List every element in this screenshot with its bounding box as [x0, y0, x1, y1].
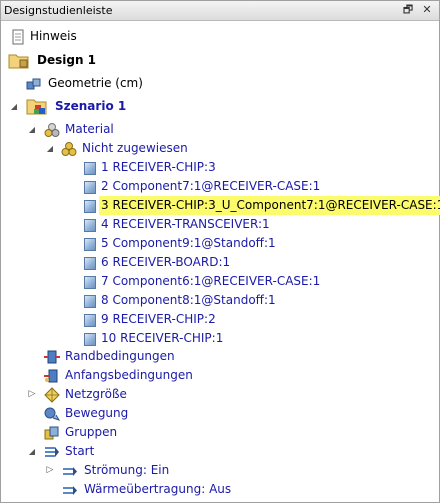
component-cube-icon	[81, 255, 97, 271]
component-item[interactable]: 8 Component8:1@Standoff:1	[6, 291, 386, 310]
collapse-arrow-icon[interactable]: ▷	[45, 461, 55, 480]
material-group-icon	[61, 141, 77, 157]
tree-item-material[interactable]: ◢ Material	[6, 120, 206, 139]
tree-item-bewegung[interactable]: Bewegung	[6, 404, 226, 423]
tree-label: Netzgröße	[65, 387, 127, 401]
design-folder-icon	[8, 51, 30, 70]
motion-icon	[44, 406, 61, 422]
collapse-arrow-icon[interactable]: ▷	[27, 385, 37, 404]
panel-titlebar: Designstudienleiste 🗗 ✕	[1, 1, 439, 21]
material-icon	[44, 122, 60, 138]
component-label: 8 Component8:1@Standoff:1	[101, 293, 276, 307]
tree-label: Randbedingungen	[65, 349, 175, 363]
tree-item-nicht-zugewiesen[interactable]: ◢ Nicht zugewiesen	[6, 139, 226, 158]
tree-label: Gruppen	[65, 425, 118, 439]
tree-item-design[interactable]: Design 1	[6, 51, 206, 70]
heat-transfer-icon	[62, 482, 78, 498]
tree-item-waermeuebertragung[interactable]: Wärmeübertragung: Aus	[6, 480, 246, 499]
flow-icon	[62, 463, 78, 479]
component-cube-icon	[81, 179, 97, 195]
component-item-selected[interactable]: 3 RECEIVER-CHIP:3_U_Component7:1@RECEIVE…	[6, 196, 440, 215]
groups-icon	[44, 425, 60, 441]
component-item[interactable]: 1 RECEIVER-CHIP:3	[6, 158, 386, 177]
tree-item-stroemung[interactable]: ▷ Strömung: Ein	[6, 461, 226, 480]
component-label: 5 Component9:1@Standoff:1	[101, 236, 276, 250]
component-item[interactable]: 7 Component6:1@RECEIVER-CASE:1	[6, 272, 386, 291]
tree-label: Strömung: Ein	[84, 463, 170, 477]
component-item[interactable]: 9 RECEIVER-CHIP:2	[6, 310, 386, 329]
component-label: 9 RECEIVER-CHIP:2	[101, 312, 216, 326]
component-cube-icon	[81, 160, 97, 176]
component-label: 2 Component7:1@RECEIVER-CASE:1	[101, 179, 321, 193]
tree-label: Material	[65, 122, 114, 136]
initial-conditions-icon	[44, 368, 60, 384]
tree-item-anfangsbedingungen[interactable]: Anfangsbedingungen	[6, 366, 226, 385]
component-cube-icon	[81, 293, 97, 309]
component-label: 1 RECEIVER-CHIP:3	[101, 160, 216, 174]
tree-item-hinweis[interactable]: Hinweis	[6, 27, 206, 46]
tree-item-start[interactable]: ◢ Start	[6, 442, 226, 461]
close-icon[interactable]: ✕	[420, 3, 434, 17]
tree-item-randbedingungen[interactable]: Randbedingungen	[6, 347, 226, 366]
tree-label: Szenario 1	[55, 99, 127, 113]
geometry-icon	[26, 76, 42, 92]
component-cube-icon	[81, 198, 97, 214]
component-item[interactable]: 10 RECEIVER-CHIP:1	[6, 329, 386, 348]
expand-arrow-icon[interactable]: ◢	[27, 120, 37, 139]
tree-label: Nicht zugewiesen	[82, 141, 188, 155]
run-icon	[44, 444, 60, 460]
tree-label: Geometrie (cm)	[48, 76, 143, 90]
component-item[interactable]: 5 Component9:1@Standoff:1	[6, 234, 386, 253]
component-cube-icon	[81, 236, 97, 252]
panel-title: Designstudienleiste	[4, 4, 113, 17]
boundary-conditions-icon	[44, 349, 60, 365]
float-window-icon[interactable]: 🗗	[401, 3, 415, 17]
component-item[interactable]: 2 Component7:1@RECEIVER-CASE:1	[6, 177, 386, 196]
expand-arrow-icon[interactable]: ◢	[9, 97, 19, 116]
component-cube-icon	[81, 274, 97, 290]
component-cube-icon	[81, 331, 97, 347]
tree-label: Bewegung	[65, 406, 129, 420]
component-item[interactable]: 6 RECEIVER-BOARD:1	[6, 253, 386, 272]
tree-label: Start	[65, 444, 95, 458]
expand-arrow-icon[interactable]: ◢	[45, 139, 55, 158]
component-label: 3 RECEIVER-CHIP:3_U_Component7:1@RECEIVE…	[99, 196, 440, 215]
tree-label: Anfangsbedingungen	[65, 368, 193, 382]
component-label: 6 RECEIVER-BOARD:1	[101, 255, 231, 269]
tree-label: Hinweis	[30, 29, 77, 43]
expand-arrow-icon[interactable]: ◢	[27, 442, 37, 461]
design-study-panel: Designstudienleiste 🗗 ✕ Hinweis Design 1…	[0, 0, 440, 503]
tree-item-netzgroesse[interactable]: ▷ Netzgröße	[6, 385, 226, 404]
tree-item-gruppen[interactable]: Gruppen	[6, 423, 226, 442]
component-item[interactable]: 4 RECEIVER-TRANSCEIVER:1	[6, 215, 386, 234]
component-label: 4 RECEIVER-TRANSCEIVER:1	[101, 217, 270, 231]
component-label: 10 RECEIVER-CHIP:1	[101, 331, 224, 345]
component-label: 7 Component6:1@RECEIVER-CASE:1	[101, 274, 321, 288]
note-icon	[10, 29, 26, 45]
component-cube-icon	[81, 312, 97, 328]
mesh-icon	[44, 387, 60, 403]
tree-label: Design 1	[37, 53, 97, 67]
tree-item-geometrie[interactable]: Geometrie (cm)	[6, 74, 226, 93]
component-cube-icon	[81, 217, 97, 233]
tree-item-szenario[interactable]: ◢ Szenario 1	[6, 97, 206, 116]
tree-label: Wärmeübertragung: Aus	[84, 482, 232, 496]
scenario-folder-icon	[26, 97, 48, 116]
